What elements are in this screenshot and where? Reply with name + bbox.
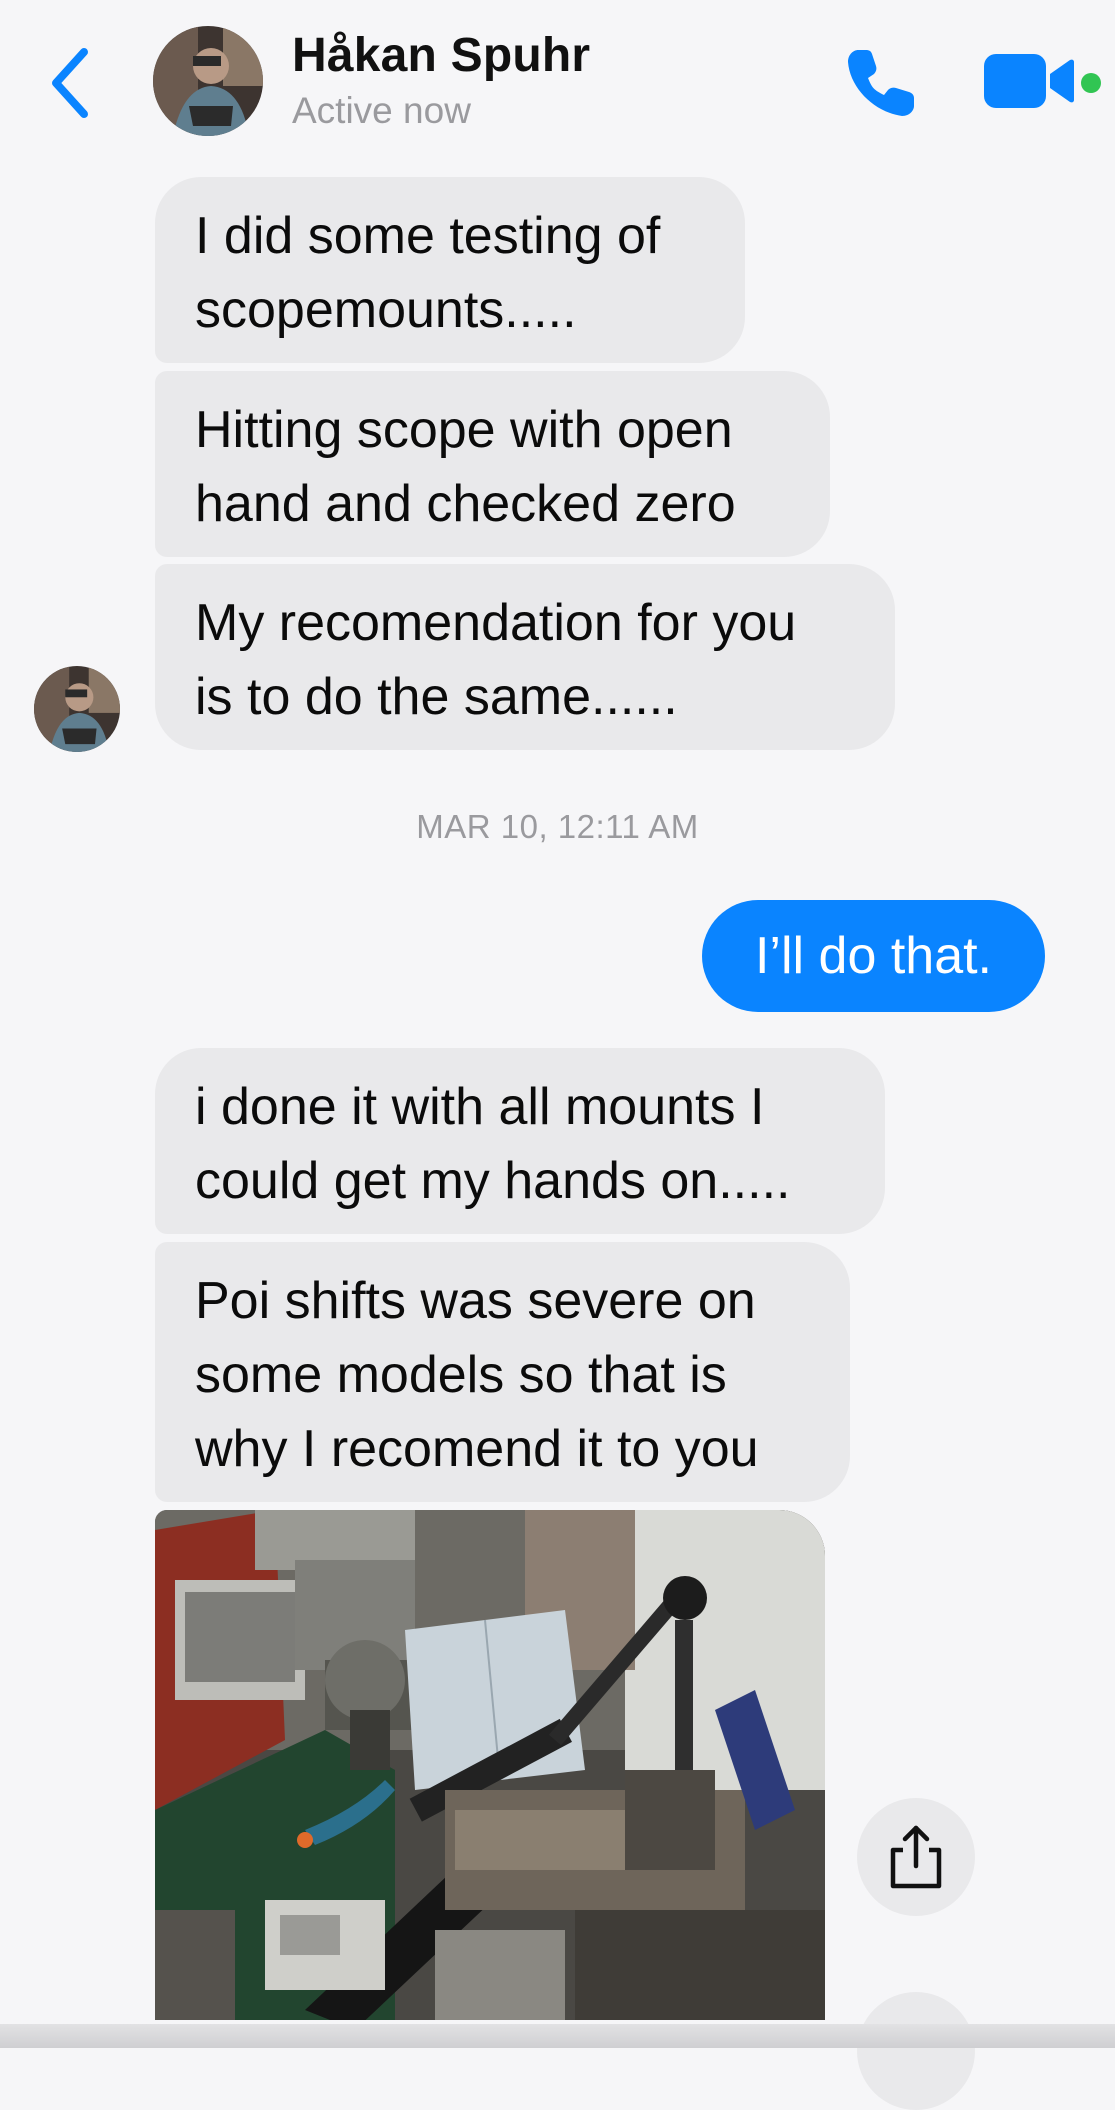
chevron-left-icon [52, 48, 88, 118]
phone-icon [848, 50, 914, 116]
share-icon [890, 1825, 942, 1889]
contact-name[interactable]: Håkan Spuhr [292, 28, 590, 83]
contact-avatar-small[interactable] [34, 666, 120, 752]
contact-avatar[interactable] [153, 26, 263, 136]
active-status-dot [1081, 73, 1101, 93]
message-bubble-incoming[interactable]: Hitting scope with open hand and checked… [155, 371, 830, 557]
share-button[interactable] [857, 1798, 975, 1916]
message-bubble-incoming[interactable]: My recomendation for you is to do the sa… [155, 564, 895, 750]
photo-image [155, 1510, 825, 2020]
avatar-photo [153, 26, 263, 136]
video-call-button[interactable] [984, 52, 1080, 110]
message-timestamp: MAR 10, 12:11 AM [416, 808, 699, 845]
message-bubble-incoming[interactable]: I did some testing of scopemounts..... [155, 177, 745, 363]
back-button[interactable] [40, 38, 100, 128]
message-photo[interactable] [155, 1510, 825, 2020]
message-bubble-incoming[interactable]: i done it with all mounts I could get my… [155, 1048, 885, 1234]
avatar-photo [34, 666, 120, 752]
message-bubble-incoming[interactable]: Poi shifts was severe on some models so … [155, 1242, 850, 1502]
audio-call-button[interactable] [844, 44, 920, 120]
bottom-edge [0, 2024, 1115, 2048]
conversation-header: Håkan Spuhr Active now [0, 0, 1115, 160]
contact-status: Active now [292, 90, 471, 131]
share-button[interactable] [857, 1992, 975, 2110]
video-camera-icon [984, 54, 1074, 108]
message-bubble-outgoing[interactable]: I’ll do that. [702, 900, 1045, 1012]
